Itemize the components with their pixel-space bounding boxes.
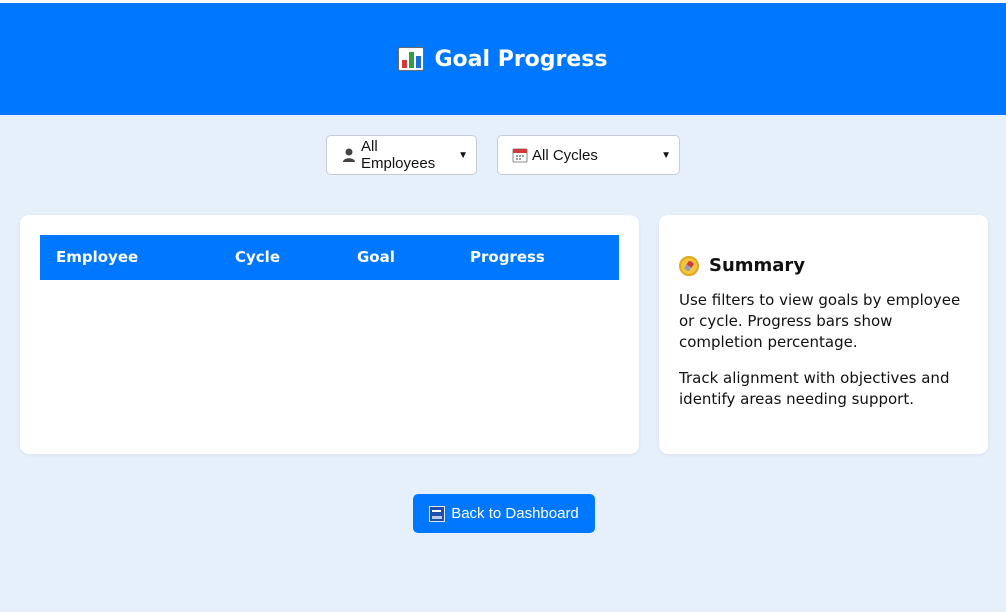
page-title-wrap: Goal Progress (398, 46, 608, 72)
back-icon (429, 505, 446, 522)
cycle-filter-select[interactable]: All Cycles ▼ (497, 135, 680, 175)
bar-chart-icon (398, 47, 425, 71)
employee-filter-select[interactable]: All Employees ▼ (326, 135, 477, 175)
summary-heading: Summary (679, 255, 968, 276)
summary-text-1: Use filters to view goals by employee or… (679, 291, 961, 351)
page-title: Goal Progress (434, 46, 608, 72)
person-icon (343, 148, 355, 162)
cycle-filter-value: All Cycles (532, 146, 598, 164)
chevron-down-icon: ▼ (458, 149, 468, 161)
back-button-label: Back to Dashboard (451, 505, 579, 522)
goals-table-card: Employee Cycle Goal Progress (20, 215, 639, 454)
column-header-cycle: Cycle (235, 248, 280, 266)
column-header-goal: Goal (357, 248, 395, 266)
compass-icon (679, 255, 699, 276)
back-to-dashboard-button[interactable]: Back to Dashboard (413, 494, 595, 533)
summary-title: Summary (709, 255, 806, 276)
summary-text-2: Track alignment with objectives and iden… (679, 369, 950, 408)
table-header-row: Employee Cycle Goal Progress (40, 235, 619, 280)
filter-bar: All Employees ▼ All Cycles ▼ (0, 135, 1006, 175)
column-header-progress: Progress (470, 248, 545, 266)
summary-card: Summary Use filters to view goals by emp… (659, 215, 988, 454)
page-header: Goal Progress (0, 3, 1006, 115)
chevron-down-icon: ▼ (661, 149, 671, 161)
calendar-icon (512, 148, 528, 163)
employee-filter-value: All Employees (361, 138, 436, 172)
column-header-employee: Employee (56, 248, 139, 266)
